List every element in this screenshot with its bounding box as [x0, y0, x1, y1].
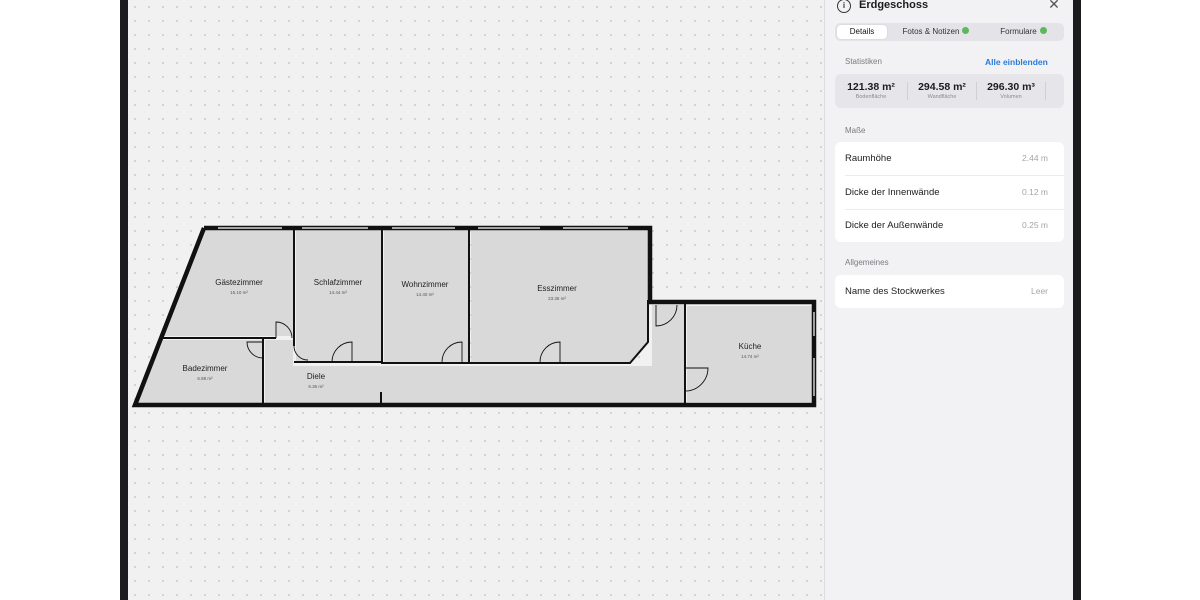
room-schlafzimmer[interactable] — [296, 230, 381, 362]
floorplan-svg[interactable]: Gästezimmer 15.10 m² Schlafzimmer 14.44 … — [128, 0, 824, 600]
room-label-badezimmer: Badezimmer — [183, 364, 228, 373]
stat-label: Wandfläche — [927, 94, 957, 100]
statistics-strip[interactable]: 121.38 m² Bodenfläche 294.58 m² Wandfläc… — [835, 74, 1064, 108]
tab-formulare-label: Formulare — [1000, 27, 1037, 36]
measures-heading: Maße — [845, 126, 866, 135]
panel-title: Erdgeschoss — [859, 0, 929, 11]
tab-fotos-notizen[interactable]: Fotos & Notizen — [891, 25, 981, 39]
stat-floor-area: 121.38 m² Bodenfläche — [835, 74, 907, 108]
room-label-schlafzimmer: Schlafzimmer — [314, 278, 363, 287]
stat-wall-area: 294.58 m² Wandfläche — [908, 74, 976, 108]
stat-value: 294.58 m² — [918, 81, 966, 93]
statistics-heading: Statistiken — [845, 57, 882, 66]
tab-bar: Details Fotos & Notizen Formulare — [835, 23, 1064, 41]
measures-card: Raumhöhe 2.44 m Dicke der Innenwände 0.1… — [835, 142, 1064, 242]
room-label-kueche: Küche — [739, 342, 762, 351]
info-icon[interactable]: i — [837, 0, 851, 13]
room-label-esszimmer: Esszimmer — [537, 284, 577, 293]
device-bezel-right — [1073, 0, 1081, 600]
show-all-link[interactable]: Alle einblenden — [985, 57, 1048, 67]
tab-details-label: Details — [849, 27, 875, 36]
row-raumhoehe[interactable]: Raumhöhe 2.44 m — [835, 142, 1064, 175]
row-label: Raumhöhe — [845, 153, 892, 164]
floor-name-value[interactable]: Leer — [1031, 286, 1048, 296]
room-area-badezimmer: 6.88 m² — [197, 376, 213, 381]
row-label: Dicke der Außenwände — [845, 220, 944, 231]
stat-volume: 296.30 m³ Volumen — [977, 74, 1045, 108]
stat-label: Volumen — [1000, 94, 1022, 100]
details-panel: i Erdgeschoss ✕ Details Fotos & Notizen … — [824, 0, 1074, 600]
device-bezel-left — [120, 0, 128, 600]
stat-value: 121.38 m² — [847, 81, 895, 93]
row-value: 0.12 m — [1022, 187, 1048, 197]
general-card: Name des Stockwerkes Leer — [835, 275, 1064, 308]
status-dot-icon — [962, 27, 970, 35]
row-floor-name[interactable]: Name des Stockwerkes Leer — [835, 275, 1064, 308]
tab-details[interactable]: Details — [837, 25, 887, 39]
status-dot-icon — [1039, 27, 1047, 35]
room-area-gaestezimmer: 15.10 m² — [230, 290, 248, 295]
floorplan-canvas[interactable]: Gästezimmer 15.10 m² Schlafzimmer 14.44 … — [128, 0, 824, 600]
room-area-kueche: 14.74 m² — [741, 354, 759, 359]
panel-header: i Erdgeschoss ✕ — [825, 0, 1074, 16]
room-label-diele: Diele — [307, 372, 326, 381]
row-label: Name des Stockwerkes — [845, 286, 945, 297]
general-heading: Allgemeines — [845, 258, 889, 267]
room-area-diele: 6.36 m² — [308, 384, 324, 389]
row-value: 2.44 m — [1022, 153, 1048, 163]
stat-label: Bodenfläche — [855, 94, 887, 100]
tab-fotos-notizen-label: Fotos & Notizen — [902, 27, 960, 36]
row-innenwaende[interactable]: Dicke der Innenwände 0.12 m — [835, 176, 1064, 209]
close-icon[interactable]: ✕ — [1047, 0, 1061, 11]
row-aussenwaende[interactable]: Dicke der Außenwände 0.25 m — [835, 209, 1064, 242]
row-value: 0.25 m — [1022, 220, 1048, 230]
room-area-schlafzimmer: 14.44 m² — [329, 290, 347, 295]
stat-divider — [1045, 82, 1046, 100]
hallway-corner — [652, 305, 684, 366]
room-label-wohnzimmer: Wohnzimmer — [402, 280, 449, 289]
row-label: Dicke der Innenwände — [845, 187, 940, 198]
room-label-gaestezimmer: Gästezimmer — [215, 278, 263, 287]
tab-formulare[interactable]: Formulare — [985, 25, 1062, 39]
stat-value: 296.30 m³ — [987, 81, 1035, 93]
room-area-esszimmer: 23.36 m² — [548, 296, 566, 301]
room-area-wohnzimmer: 14.40 m² — [416, 292, 434, 297]
